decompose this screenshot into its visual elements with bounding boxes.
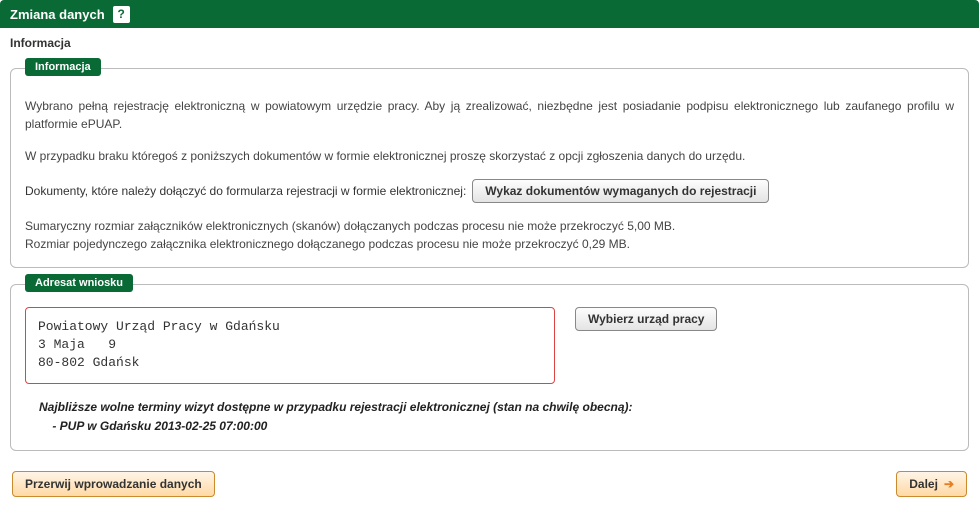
size-limit-single: Rozmiar pojedynczego załącznika elektron… <box>25 235 954 253</box>
select-office-button[interactable]: Wybierz urząd pracy <box>575 307 717 331</box>
size-limit-total: Sumaryczny rozmiar załączników elektroni… <box>25 217 954 235</box>
office-address-box: Powiatowy Urząd Pracy w Gdańsku 3 Maja 9… <box>25 307 555 384</box>
info-panel: Informacja Wybrano pełną rejestrację ele… <box>10 68 969 268</box>
help-button[interactable]: ? <box>113 6 130 23</box>
notice-line-1: Najbliższe wolne terminy wizyt dostępne … <box>39 398 954 417</box>
page-header: Zmiana danych ? <box>0 0 979 28</box>
cancel-button-label: Przerwij wprowadzanie danych <box>25 477 202 491</box>
info-paragraph-1: Wybrano pełną rejestrację elektroniczną … <box>25 97 954 133</box>
cancel-button[interactable]: Przerwij wprowadzanie danych <box>12 471 215 497</box>
documents-label: Dokumenty, które należy dołączyć do form… <box>25 184 466 198</box>
footer-buttons: Przerwij wprowadzanie danych Dalej ➔ <box>10 471 969 497</box>
next-button[interactable]: Dalej ➔ <box>896 471 967 497</box>
arrow-right-icon: ➔ <box>944 477 954 491</box>
appointment-notice: Najbliższe wolne terminy wizyt dostępne … <box>25 398 954 436</box>
documents-row: Dokumenty, które należy dołączyć do form… <box>25 179 954 203</box>
info-paragraph-2: W przypadku braku któregoś z poniższych … <box>25 147 954 165</box>
section-label: Informacja <box>10 36 969 50</box>
info-panel-legend: Informacja <box>25 58 101 76</box>
page-title: Zmiana danych <box>10 7 105 22</box>
recipient-panel-legend: Adresat wniosku <box>25 274 133 292</box>
next-button-label: Dalej <box>909 477 938 491</box>
notice-line-2: - PUP w Gdańsku 2013-02-25 07:00:00 <box>39 417 954 436</box>
page-body: Informacja Informacja Wybrano pełną reje… <box>0 28 979 507</box>
recipient-panel: Adresat wniosku Powiatowy Urząd Pracy w … <box>10 284 969 451</box>
show-required-documents-button[interactable]: Wykaz dokumentów wymaganych do rejestrac… <box>472 179 769 203</box>
